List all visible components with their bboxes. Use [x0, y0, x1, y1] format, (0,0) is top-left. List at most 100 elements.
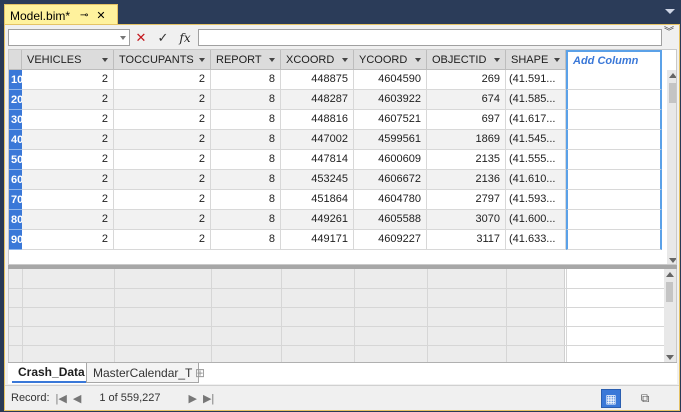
- close-icon[interactable]: ✕: [96, 9, 105, 22]
- table-row[interactable]: 202284482874603922674(41.585...: [9, 90, 662, 110]
- column-header[interactable]: VEHICLES: [22, 50, 114, 70]
- table-cell[interactable]: 2: [22, 130, 114, 150]
- table-cell[interactable]: 8: [211, 70, 281, 90]
- table-cell[interactable]: 8: [211, 210, 281, 230]
- table-cell[interactable]: (41.600...: [506, 210, 566, 230]
- vertical-scrollbar[interactable]: [667, 70, 676, 264]
- table-cell[interactable]: 8: [211, 90, 281, 110]
- table-cell[interactable]: 2: [114, 210, 211, 230]
- last-record-icon[interactable]: ▶|: [203, 392, 214, 405]
- chevron-down-icon[interactable]: [120, 36, 126, 40]
- table-cell[interactable]: 269: [427, 70, 506, 90]
- column-header[interactable]: SHAPE: [506, 50, 566, 70]
- formula-input[interactable]: [198, 29, 662, 46]
- table-row[interactable]: 302284488164607521697(41.617...: [9, 110, 662, 130]
- table-cell[interactable]: 2: [114, 150, 211, 170]
- add-column-cell[interactable]: [566, 110, 662, 130]
- next-record-icon[interactable]: ▶: [189, 392, 197, 405]
- column-header[interactable]: XCOORD: [281, 50, 354, 70]
- table-row[interactable]: 6022845324546066722136(41.610...: [9, 170, 662, 190]
- table-cell[interactable]: 1869: [427, 130, 506, 150]
- filter-dropdown-icon[interactable]: [199, 58, 205, 62]
- column-header[interactable]: OBJECTID: [427, 50, 506, 70]
- table-cell[interactable]: 2: [22, 210, 114, 230]
- table-row[interactable]: 8022844926146055883070(41.600...: [9, 210, 662, 230]
- table-cell[interactable]: (41.545...: [506, 130, 566, 150]
- table-cell[interactable]: 4605588: [354, 210, 427, 230]
- table-cell[interactable]: 2: [22, 150, 114, 170]
- scroll-down-icon[interactable]: [666, 355, 674, 360]
- table-cell[interactable]: 449171: [281, 230, 354, 250]
- add-column-cell[interactable]: [566, 70, 662, 90]
- filter-dropdown-icon[interactable]: [494, 58, 500, 62]
- column-header[interactable]: TOCCUPANTS: [114, 50, 211, 70]
- table-cell[interactable]: 2: [114, 130, 211, 150]
- table-cell[interactable]: 4607521: [354, 110, 427, 130]
- table-cell[interactable]: 2136: [427, 170, 506, 190]
- table-cell[interactable]: 8: [211, 110, 281, 130]
- grid-view-button[interactable]: ▦: [601, 389, 621, 408]
- row-header[interactable]: 50: [9, 150, 22, 170]
- table-cell[interactable]: 8: [211, 190, 281, 210]
- select-all-corner[interactable]: [9, 50, 22, 70]
- measure-name-box[interactable]: [8, 29, 130, 46]
- add-column-cell[interactable]: [566, 90, 662, 110]
- table-cell[interactable]: 697: [427, 110, 506, 130]
- add-column-header[interactable]: Add Column: [566, 50, 662, 70]
- row-header[interactable]: 90: [9, 230, 22, 250]
- diagram-view-button[interactable]: ⧉: [635, 389, 655, 408]
- table-cell[interactable]: 449261: [281, 210, 354, 230]
- add-column-cell[interactable]: [566, 130, 662, 150]
- table-row[interactable]: 4022844700245995611869(41.545...: [9, 130, 662, 150]
- table-cell[interactable]: 2: [22, 190, 114, 210]
- table-cell[interactable]: 4609227: [354, 230, 427, 250]
- filter-dropdown-icon[interactable]: [415, 58, 421, 62]
- table-cell[interactable]: 3070: [427, 210, 506, 230]
- scroll-down-icon[interactable]: [669, 258, 676, 263]
- row-header[interactable]: 40: [9, 130, 22, 150]
- table-cell[interactable]: 2: [114, 90, 211, 110]
- row-header[interactable]: 10: [9, 70, 22, 90]
- table-row[interactable]: 7022845186446047802797(41.593...: [9, 190, 662, 210]
- table-cell[interactable]: 451864: [281, 190, 354, 210]
- table-cell[interactable]: 4599561: [354, 130, 427, 150]
- filter-dropdown-icon[interactable]: [102, 58, 108, 62]
- table-cell[interactable]: 4600609: [354, 150, 427, 170]
- sheet-tab-mastercalendar[interactable]: MasterCalendar_T: [86, 363, 200, 383]
- pin-icon[interactable]: ⊸: [80, 10, 88, 21]
- table-cell[interactable]: 4603922: [354, 90, 427, 110]
- table-cell[interactable]: 674: [427, 90, 506, 110]
- cancel-icon[interactable]: ✕: [130, 30, 152, 46]
- column-header[interactable]: YCOORD: [354, 50, 427, 70]
- table-cell[interactable]: 2: [22, 70, 114, 90]
- table-cell[interactable]: 453245: [281, 170, 354, 190]
- sheet-tab-crash-data[interactable]: Crash_Data: [12, 363, 91, 383]
- table-cell[interactable]: 447002: [281, 130, 354, 150]
- table-cell[interactable]: (41.585...: [506, 90, 566, 110]
- table-cell[interactable]: 8: [211, 150, 281, 170]
- table-cell[interactable]: 8: [211, 130, 281, 150]
- table-cell[interactable]: 2: [22, 230, 114, 250]
- table-cell[interactable]: 4604590: [354, 70, 427, 90]
- table-row[interactable]: 5022844781446006092135(41.555...: [9, 150, 662, 170]
- add-column-cell[interactable]: [566, 230, 662, 250]
- table-cell[interactable]: (41.555...: [506, 150, 566, 170]
- table-cell[interactable]: (41.593...: [506, 190, 566, 210]
- new-table-icon[interactable]: ⊞: [195, 366, 211, 382]
- scroll-up-icon[interactable]: [666, 272, 674, 277]
- table-row[interactable]: 9022844917146092273117(41.633...: [9, 230, 662, 250]
- table-cell[interactable]: 448875: [281, 70, 354, 90]
- table-cell[interactable]: (41.610...: [506, 170, 566, 190]
- scroll-thumb[interactable]: [666, 282, 673, 302]
- table-cell[interactable]: 4606672: [354, 170, 427, 190]
- table-cell[interactable]: (41.617...: [506, 110, 566, 130]
- table-cell[interactable]: 8: [211, 230, 281, 250]
- table-cell[interactable]: 2797: [427, 190, 506, 210]
- filter-dropdown-icon[interactable]: [554, 58, 560, 62]
- table-cell[interactable]: 2: [114, 170, 211, 190]
- table-cell[interactable]: (41.633...: [506, 230, 566, 250]
- scroll-thumb[interactable]: [669, 83, 676, 103]
- table-cell[interactable]: 2: [22, 170, 114, 190]
- table-cell[interactable]: 2135: [427, 150, 506, 170]
- first-record-icon[interactable]: |◀: [56, 392, 67, 405]
